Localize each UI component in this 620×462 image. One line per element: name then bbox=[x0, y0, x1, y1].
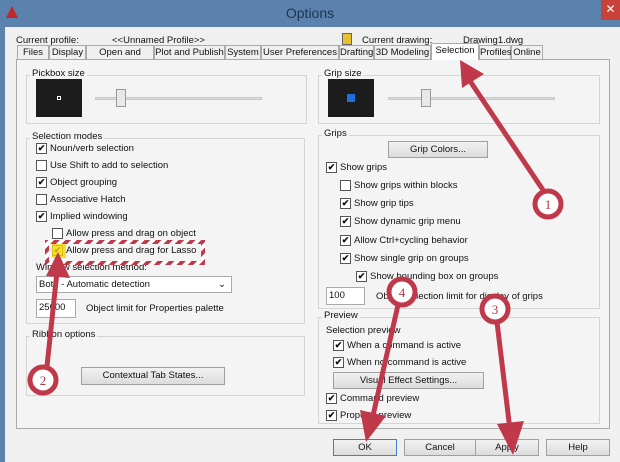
contextual-tab-states-button[interactable]: Contextual Tab States... bbox=[81, 367, 225, 385]
checkbox-use-shift-to-add-to-selection[interactable]: Use Shift to add to selection bbox=[36, 159, 168, 172]
checkmark-icon[interactable]: ✔ bbox=[36, 177, 47, 188]
checkbox-label: Noun/verb selection bbox=[50, 143, 134, 154]
window-method-value: Both - Automatic detection bbox=[39, 279, 150, 290]
checkmark-icon[interactable]: ✔ bbox=[326, 393, 337, 404]
checkbox-when-no-command-is-active[interactable]: ✔ When no command is active bbox=[333, 356, 466, 369]
checkmark-icon[interactable]: ✔ bbox=[52, 245, 63, 256]
checkbox-label: Allow press and drag on object bbox=[66, 228, 196, 239]
chevron-down-icon: ⌄ bbox=[218, 279, 226, 290]
pickbox-preview bbox=[36, 79, 82, 117]
checkbox-show-single-grip-on-groups[interactable]: ✔ Show single grip on groups bbox=[340, 252, 469, 265]
tab-drafting[interactable]: Drafting bbox=[339, 45, 374, 60]
grip-size-preview bbox=[328, 79, 374, 117]
tab-plot-and-publish[interactable]: Plot and Publish bbox=[154, 45, 225, 60]
ribbon-options-group bbox=[26, 336, 305, 396]
window-title: Options bbox=[285, 5, 335, 21]
grips-limit-label: Object selection limit for display of gr… bbox=[376, 291, 543, 302]
tab-display[interactable]: Display bbox=[49, 45, 86, 60]
checkbox-label: Property preview bbox=[340, 410, 412, 421]
cancel-button[interactable]: Cancel bbox=[404, 439, 476, 456]
checkbox-allow-ctrl-cycling-behavior[interactable]: ✔ Allow Ctrl+cycling behavior bbox=[340, 234, 468, 247]
checkmark-icon[interactable]: ✔ bbox=[340, 235, 351, 246]
grips-limit-input[interactable]: 100 bbox=[326, 287, 365, 305]
checkbox-implied-windowing[interactable]: ✔ Implied windowing bbox=[36, 210, 128, 223]
checkmark-icon[interactable]: ✔ bbox=[356, 271, 367, 282]
properties-limit-label: Object limit for Properties palette bbox=[86, 303, 224, 314]
checkmark-icon[interactable]: ✔ bbox=[326, 410, 337, 421]
checkbox-label: Allow press and drag for Lasso bbox=[66, 245, 197, 256]
checkbox-box[interactable] bbox=[340, 180, 351, 191]
selection-preview-label: Selection preview bbox=[326, 325, 401, 336]
preview-label: Preview bbox=[322, 310, 360, 321]
properties-limit-input[interactable]: 25000 bbox=[36, 299, 76, 318]
tab-system[interactable]: System bbox=[225, 45, 261, 60]
pickbox-slider-thumb[interactable] bbox=[116, 89, 126, 107]
checkbox-show-grips[interactable]: ✔ Show grips bbox=[326, 161, 387, 174]
tab-profiles[interactable]: Profiles bbox=[479, 45, 512, 60]
pickbox-label: Pickbox size bbox=[30, 68, 87, 79]
checkbox-label: Show dynamic grip menu bbox=[354, 216, 461, 227]
ok-button[interactable]: OK bbox=[333, 439, 397, 456]
checkbox-label: Show grips bbox=[340, 162, 387, 173]
checkbox-label: When a command is active bbox=[347, 340, 462, 351]
checkbox-label: Command preview bbox=[340, 393, 420, 404]
checkmark-icon[interactable]: ✔ bbox=[340, 198, 351, 209]
grip-size-label: Grip size bbox=[322, 68, 364, 79]
checkmark-icon[interactable]: ✔ bbox=[333, 340, 344, 351]
checkmark-icon[interactable]: ✔ bbox=[36, 143, 47, 154]
checkmark-icon[interactable]: ✔ bbox=[340, 253, 351, 264]
checkbox-box[interactable] bbox=[52, 228, 63, 239]
checkbox-show-bounding-box-on-groups[interactable]: ✔ Show bounding box on groups bbox=[356, 270, 498, 283]
checkbox-label: Show grips within blocks bbox=[354, 180, 458, 191]
checkbox-show-dynamic-grip-menu[interactable]: ✔ Show dynamic grip menu bbox=[340, 215, 461, 228]
checkbox-allow-press-and-drag-for-lasso[interactable]: ✔ Allow press and drag for Lasso bbox=[52, 244, 196, 257]
checkbox-label: Object grouping bbox=[50, 177, 118, 188]
grips-label: Grips bbox=[322, 128, 349, 139]
checkbox-label: Show bounding box on groups bbox=[370, 271, 499, 282]
checkmark-icon[interactable]: ✔ bbox=[36, 211, 47, 222]
tab-user-preferences[interactable]: User Preferences bbox=[261, 45, 339, 60]
checkbox-object-grouping[interactable]: ✔ Object grouping bbox=[36, 176, 117, 189]
selection-modes-label: Selection modes bbox=[30, 131, 105, 142]
window-method-select[interactable]: Both - Automatic detection ⌄ bbox=[36, 276, 232, 293]
checkbox-label: When no command is active bbox=[347, 357, 467, 368]
tab-online[interactable]: Online bbox=[511, 45, 543, 60]
checkbox-box[interactable] bbox=[36, 160, 47, 171]
checkmark-icon[interactable]: ✔ bbox=[340, 216, 351, 227]
checkbox-show-grip-tips[interactable]: ✔ Show grip tips bbox=[340, 197, 414, 210]
checkbox-allow-press-and-drag-on-object[interactable]: Allow press and drag on object bbox=[52, 227, 196, 240]
checkmark-icon[interactable]: ✔ bbox=[326, 162, 337, 173]
grip-colors-button[interactable]: Grip Colors... bbox=[388, 141, 488, 158]
checkbox-when-a-command-is-active[interactable]: ✔ When a command is active bbox=[333, 339, 461, 352]
checkbox-label: Implied windowing bbox=[50, 211, 128, 222]
ribbon-options-label: Ribbon options bbox=[30, 329, 98, 340]
drawing-icon bbox=[342, 33, 352, 45]
tab-selection[interactable]: Selection bbox=[431, 43, 479, 60]
visual-effect-settings-button[interactable]: Visual Effect Settings... bbox=[333, 372, 484, 389]
tab-3d-modeling[interactable]: 3D Modeling bbox=[374, 45, 431, 60]
checkbox-noun-verb-selection[interactable]: ✔ Noun/verb selection bbox=[36, 142, 134, 155]
checkmark-icon[interactable]: ✔ bbox=[333, 357, 344, 368]
tab-open-and-save[interactable]: Open and Save bbox=[86, 45, 154, 71]
checkbox-label: Show grip tips bbox=[354, 198, 414, 209]
checkbox-label: Associative Hatch bbox=[50, 194, 126, 205]
tab-files[interactable]: Files bbox=[17, 45, 49, 60]
checkbox-show-grips-within-blocks[interactable]: Show grips within blocks bbox=[340, 179, 458, 192]
checkbox-property-preview[interactable]: ✔ Property preview bbox=[326, 409, 411, 422]
checkbox-box[interactable] bbox=[36, 194, 47, 205]
checkbox-label: Show single grip on groups bbox=[354, 253, 469, 264]
window-frame bbox=[0, 27, 5, 462]
checkbox-command-preview[interactable]: ✔ Command preview bbox=[326, 392, 419, 405]
close-button[interactable]: ✕ bbox=[601, 0, 620, 20]
window-method-label: Window selection method: bbox=[36, 262, 147, 273]
checkbox-label: Use Shift to add to selection bbox=[50, 160, 169, 171]
help-button[interactable]: Help bbox=[546, 439, 610, 456]
checkbox-associative-hatch[interactable]: Associative Hatch bbox=[36, 193, 126, 206]
grip-size-slider[interactable] bbox=[388, 97, 555, 100]
grip-size-slider-thumb[interactable] bbox=[421, 89, 431, 107]
checkbox-label: Allow Ctrl+cycling behavior bbox=[354, 235, 468, 246]
apply-button[interactable]: Apply bbox=[475, 439, 539, 456]
